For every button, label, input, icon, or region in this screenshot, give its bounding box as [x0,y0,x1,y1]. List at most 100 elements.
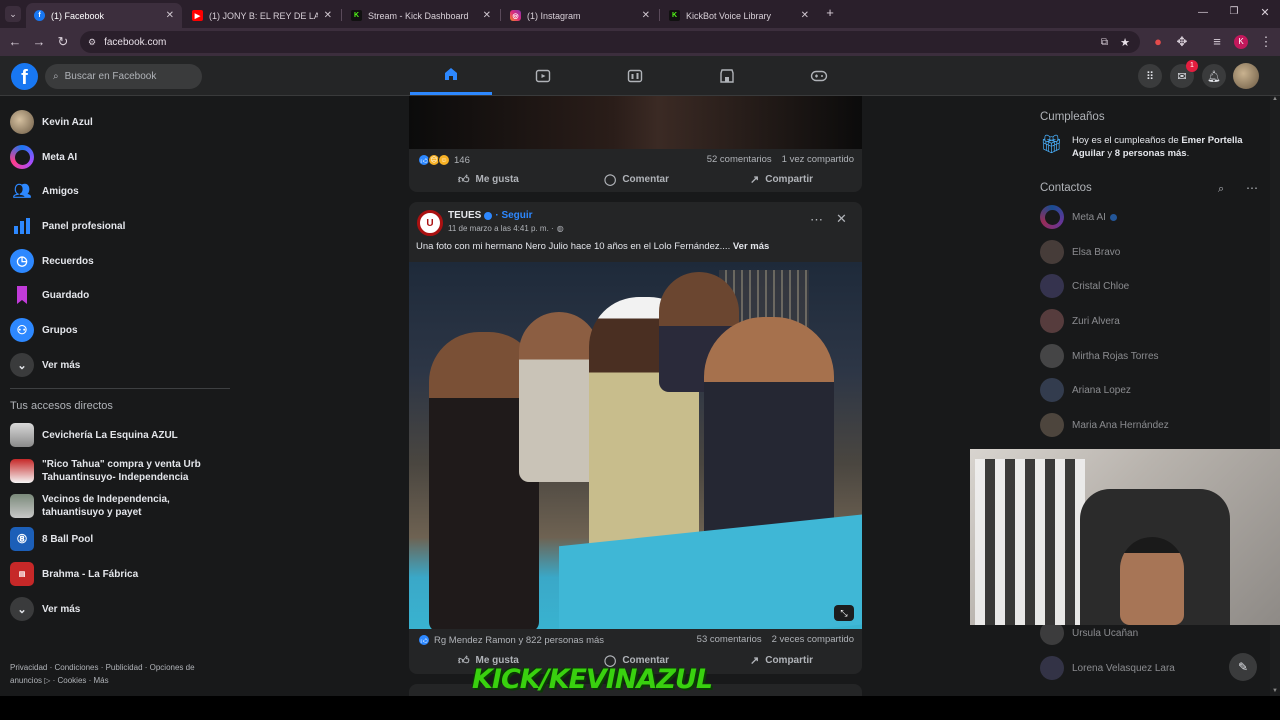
browser-tab-facebook[interactable]: f (1) Facebook ✕ [26,3,182,28]
sidebar-item-profile[interactable]: Kevin Azul [10,107,93,137]
sidebar-item-professional-dashboard[interactable]: Panel profesional [10,211,125,241]
shortcut-item[interactable]: Vecinos de Independencia, tahuantisuyo y… [10,490,228,522]
tab-close-icon[interactable]: ✕ [483,10,491,21]
expand-photo-icon[interactable]: ⤡ [834,605,854,621]
post-author[interactable]: TEUES [448,210,481,221]
new-message-button[interactable]: ✎ [1229,653,1257,681]
reaction-summary[interactable]: 👍︎ ☹ ☺ 146 [418,154,470,166]
facebook-header: f ⌕ Buscar en Facebook ⠿ ✉ 1 🔔︎ [0,56,1280,96]
contact-item[interactable]: Mirtha Rojas Torres [1040,342,1159,370]
sidebar-item-label: Amigos [42,185,79,197]
search-contacts-icon[interactable]: ⌕ [1218,183,1224,196]
nav-gaming[interactable] [778,56,860,95]
notifications-button[interactable]: 🔔︎ [1202,64,1226,88]
post-image[interactable] [409,96,862,149]
sidebar-item-friends[interactable]: 👥︎ Amigos [10,176,79,206]
birthday-mid: y [1104,148,1115,159]
tab-close-icon[interactable]: ✕ [801,10,809,21]
follow-link[interactable]: · Seguir [495,210,532,221]
contact-name: Lorena Velasquez Lara [1072,662,1175,674]
restore-window-icon[interactable]: ❐ [1227,6,1241,20]
browser-tab-kick-dashboard[interactable]: K Stream - Kick Dashboard ✕ [343,3,499,28]
shortcut-item[interactable]: Cevichería La Esquina AZUL [10,420,178,450]
nav-video[interactable] [502,56,584,95]
sidebar-item-saved[interactable]: Guardado [10,280,89,310]
sidebar-item-groups[interactable]: ⚇ Grupos [10,315,78,345]
media-controls-icon[interactable]: ≡ [1209,34,1225,50]
birthday-notice[interactable]: 🎁︎ Hoy es el cumpleaños de Emer Portella… [1040,134,1260,160]
close-window-icon[interactable]: ✕ [1258,6,1272,20]
feed-post: 👍︎ ☹ ☺ 146 52 comentarios 1 vez comparti… [409,96,862,192]
shortcut-item[interactable]: ⑧ 8 Ball Pool [10,524,93,554]
sidebar-item-meta-ai[interactable]: Meta AI [10,142,77,172]
extensions-puzzle-icon[interactable]: ✥ [1174,34,1190,50]
nav-home[interactable] [410,56,492,95]
browser-menu-icon[interactable]: ⋮ [1258,34,1274,50]
facebook-logo-icon[interactable]: f [11,63,38,90]
post-timestamp[interactable]: 11 de marzo a las 4:41 p. m. · [448,224,554,233]
share-count[interactable]: 1 vez compartido [782,154,854,165]
shortcut-label: Brahma - La Fábrica [42,568,139,580]
shortcuts-see-more[interactable]: ⌄ Ver más [10,594,80,624]
hide-post-close-icon[interactable]: ✕ [836,211,847,227]
comment-button[interactable]: ◯ Comentar [604,173,669,186]
tab-close-icon[interactable]: ✕ [324,10,332,21]
forward-arrow-icon[interactable]: → [31,34,47,50]
youtube-favicon-icon: ▶ [192,10,203,21]
menu-grid-button[interactable]: ⠿ [1138,64,1162,88]
account-avatar[interactable] [1233,63,1259,89]
extension-icon[interactable]: ● [1150,34,1166,50]
haha-reaction-icon: ☺ [438,154,450,166]
share-count[interactable]: 2 veces compartido [772,634,854,645]
browser-tab-youtube[interactable]: ▶ (1) JONY B: EL REY DE LAS PEÑAS ✕ [184,3,340,28]
share-button[interactable]: ↗ Compartir [750,173,813,186]
reaction-summary[interactable]: 👍︎ Rg Mendez Ramon y 822 personas más [418,634,604,646]
post-photo[interactable]: ⤡ [409,262,862,629]
messenger-badge: 1 [1186,60,1198,72]
post-caption: Una foto con mi hermano Nero Julio hace … [416,241,731,252]
like-button[interactable]: 👍︎ Me gusta [458,173,519,186]
share-button[interactable]: ↗ Compartir [750,654,813,667]
tab-search-button[interactable]: ⌄ [5,6,21,22]
tab-close-icon[interactable]: ✕ [642,10,650,21]
search-input[interactable]: ⌕ Buscar en Facebook [45,64,202,89]
reaction-count: 146 [454,154,470,166]
new-tab-button[interactable]: + [822,5,838,21]
url-field[interactable]: ⚙ facebook.com ⧉ ★ [80,31,1140,53]
contact-item[interactable]: Ariana Lopez [1040,376,1131,404]
nav-pages[interactable] [594,56,676,95]
comment-count[interactable]: 52 comentarios [707,154,772,165]
kick-favicon-icon: K [351,10,362,21]
sidebar-item-memories[interactable]: ◷ Recuerdos [10,246,94,276]
bookmark-star-icon[interactable]: ★ [1120,36,1130,49]
sidebar-see-more[interactable]: ⌄ Ver más [10,350,80,380]
nav-marketplace[interactable] [686,56,768,95]
profile-avatar[interactable]: K [1234,35,1248,49]
site-info-icon[interactable]: ⚙ [88,37,96,48]
legal-footer[interactable]: Privacidad · Condiciones · Publicidad · … [10,661,220,687]
shortcut-item[interactable]: ▤ Brahma - La Fábrica [10,559,138,589]
reload-icon[interactable]: ↻ [55,34,71,50]
shortcut-item[interactable]: "Rico Tahua" compra y venta Urb Tahuanti… [10,455,222,487]
contact-item[interactable]: Maria Ana Hernández [1040,411,1169,439]
tab-label: (1) JONY B: EL REY DE LAS PEÑAS [209,10,318,21]
back-arrow-icon[interactable]: ← [7,34,23,50]
messenger-button[interactable]: ✉ 1 [1170,60,1198,88]
contact-item[interactable]: Cristal Chloe [1040,272,1129,300]
minimize-window-icon[interactable]: — [1196,7,1210,21]
browser-tab-kickbot[interactable]: K KickBot Voice Library ✕ [661,3,817,28]
install-app-icon[interactable]: ⧉ [1101,37,1108,48]
comment-count[interactable]: 53 comentarios [697,634,762,645]
see-more-link[interactable]: Ver más [733,241,769,252]
contact-name: Elsa Bravo [1072,246,1121,258]
contact-item[interactable]: Elsa Bravo [1040,238,1120,266]
contact-item[interactable]: Lorena Velasquez Lara [1040,654,1175,682]
browser-tab-instagram[interactable]: ◎ (1) Instagram ✕ [502,3,658,28]
post-options-icon[interactable]: ⋯ [810,212,823,228]
page-avatar[interactable]: U [417,210,443,236]
avatar [1040,344,1064,368]
contacts-options-icon[interactable]: ⋯ [1246,181,1258,195]
contact-item[interactable]: Meta AI [1040,203,1117,231]
contact-item[interactable]: Zuri Alvera [1040,307,1120,335]
tab-close-icon[interactable]: ✕ [166,10,174,21]
